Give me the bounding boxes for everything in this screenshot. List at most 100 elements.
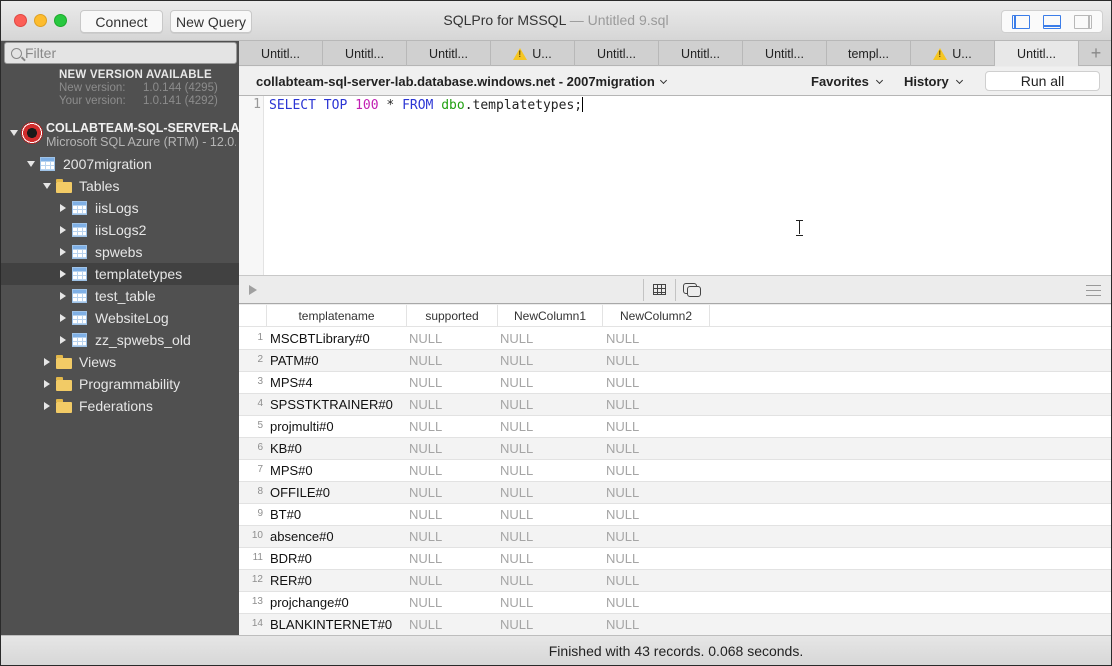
query-tab[interactable]: Untitl... — [323, 41, 407, 66]
cell-templatename[interactable]: BDR#0 — [270, 551, 312, 566]
query-tab[interactable]: Untitl... — [575, 41, 659, 66]
chevron-right-icon[interactable] — [60, 336, 66, 344]
update-notice[interactable]: NEW VERSION AVAILABLE New version: 1.0.14… — [59, 69, 218, 107]
cell-supported[interactable]: NULL — [409, 397, 442, 412]
tree-item-table[interactable]: iisLogs — [1, 197, 239, 219]
cell-newcolumn1[interactable]: NULL — [500, 595, 533, 610]
cell-newcolumn2[interactable]: NULL — [606, 353, 639, 368]
cell-newcolumn2[interactable]: NULL — [606, 331, 639, 346]
server-name[interactable]: COLLABTEAM-SQL-SERVER-LA... — [46, 121, 250, 135]
cell-newcolumn1[interactable]: NULL — [500, 617, 533, 632]
play-icon[interactable] — [249, 285, 257, 295]
cell-newcolumn1[interactable]: NULL — [500, 485, 533, 500]
cell-templatename[interactable]: projmulti#0 — [270, 419, 334, 434]
cell-newcolumn2[interactable]: NULL — [606, 507, 639, 522]
cell-newcolumn2[interactable]: NULL — [606, 419, 639, 434]
cell-newcolumn1[interactable]: NULL — [500, 463, 533, 478]
chevron-right-icon[interactable] — [60, 204, 66, 212]
chevron-right-icon[interactable] — [44, 402, 50, 410]
cell-supported[interactable]: NULL — [409, 353, 442, 368]
table-row[interactable]: 2 PATM#0 NULL NULL NULL — [239, 350, 1111, 372]
cell-templatename[interactable]: absence#0 — [270, 529, 334, 544]
cell-newcolumn1[interactable]: NULL — [500, 507, 533, 522]
cell-newcolumn1[interactable]: NULL — [500, 397, 533, 412]
chevron-right-icon[interactable] — [44, 358, 50, 366]
table-row[interactable]: 6 KB#0 NULL NULL NULL — [239, 438, 1111, 460]
server-expand-toggle[interactable] — [10, 130, 18, 136]
cell-newcolumn1[interactable]: NULL — [500, 419, 533, 434]
cell-templatename[interactable]: RER#0 — [270, 573, 312, 588]
code-line[interactable]: SELECT TOP 100 * FROM dbo.templatetypes; — [269, 97, 584, 113]
cell-newcolumn1[interactable]: NULL — [500, 441, 533, 456]
cell-templatename[interactable]: MPS#0 — [270, 463, 313, 478]
sql-editor[interactable]: 1 SELECT TOP 100 * FROM dbo.templatetype… — [239, 96, 1111, 276]
cell-supported[interactable]: NULL — [409, 573, 442, 588]
history-dropdown[interactable]: History — [904, 74, 963, 89]
chevron-right-icon[interactable] — [60, 314, 66, 322]
column-header[interactable]: NewColumn2 — [603, 305, 710, 327]
table-row[interactable]: 1 MSCBTLibrary#0 NULL NULL NULL — [239, 328, 1111, 350]
cell-templatename[interactable]: MPS#4 — [270, 375, 313, 390]
run-all-button[interactable]: Run all — [985, 71, 1100, 91]
table-row[interactable]: 9 BT#0 NULL NULL NULL — [239, 504, 1111, 526]
cell-newcolumn2[interactable]: NULL — [606, 573, 639, 588]
cell-newcolumn1[interactable]: NULL — [500, 551, 533, 566]
cell-templatename[interactable]: projchange#0 — [270, 595, 349, 610]
cell-newcolumn2[interactable]: NULL — [606, 397, 639, 412]
cell-templatename[interactable]: BLANKINTERNET#0 — [270, 617, 392, 632]
table-row[interactable]: 10 absence#0 NULL NULL NULL — [239, 526, 1111, 548]
chevron-right-icon[interactable] — [60, 270, 66, 278]
cell-supported[interactable]: NULL — [409, 529, 442, 544]
table-row[interactable]: 7 MPS#0 NULL NULL NULL — [239, 460, 1111, 482]
cell-templatename[interactable]: KB#0 — [270, 441, 302, 456]
cell-newcolumn2[interactable]: NULL — [606, 441, 639, 456]
grid-view-icon[interactable] — [653, 284, 666, 295]
query-tab[interactable]: templ... — [827, 41, 911, 66]
tree-item-table[interactable]: WebsiteLog — [1, 307, 239, 329]
table-row[interactable]: 5 projmulti#0 NULL NULL NULL — [239, 416, 1111, 438]
table-row[interactable]: 14 BLANKINTERNET#0 NULL NULL NULL — [239, 614, 1111, 635]
cell-newcolumn2[interactable]: NULL — [606, 485, 639, 500]
toggle-bottom-panel-icon[interactable] — [1042, 14, 1061, 29]
tree-item-database[interactable]: 2007migration — [1, 153, 239, 175]
cell-newcolumn1[interactable]: NULL — [500, 353, 533, 368]
cell-supported[interactable]: NULL — [409, 595, 442, 610]
cell-supported[interactable]: NULL — [409, 331, 442, 346]
toggle-sidebar-icon[interactable] — [1012, 14, 1031, 29]
add-tab-button[interactable]: + — [1079, 41, 1111, 65]
table-row[interactable]: 8 OFFILE#0 NULL NULL NULL — [239, 482, 1111, 504]
cell-templatename[interactable]: SPSSTKTRAINER#0 — [270, 397, 393, 412]
table-row[interactable]: 3 MPS#4 NULL NULL NULL — [239, 372, 1111, 394]
cell-supported[interactable]: NULL — [409, 463, 442, 478]
cell-templatename[interactable]: BT#0 — [270, 507, 301, 522]
tree-item-table[interactable]: test_table — [1, 285, 239, 307]
query-tab[interactable]: Untitl... — [743, 41, 827, 66]
cell-newcolumn2[interactable]: NULL — [606, 463, 639, 478]
cell-newcolumn1[interactable]: NULL — [500, 375, 533, 390]
cell-templatename[interactable]: OFFILE#0 — [270, 485, 330, 500]
cell-newcolumn2[interactable]: NULL — [606, 551, 639, 566]
query-tab[interactable]: Untitl... — [659, 41, 743, 66]
column-header[interactable]: supported — [407, 305, 498, 327]
cell-templatename[interactable]: MSCBTLibrary#0 — [270, 331, 370, 346]
tree-item-table[interactable]: zz_spwebs_old — [1, 329, 239, 351]
cell-newcolumn2[interactable]: NULL — [606, 595, 639, 610]
cell-supported[interactable]: NULL — [409, 441, 442, 456]
table-row[interactable]: 13 projchange#0 NULL NULL NULL — [239, 592, 1111, 614]
chevron-right-icon[interactable] — [60, 248, 66, 256]
chevron-down-icon[interactable] — [43, 183, 51, 189]
tree-item-table[interactable]: iisLogs2 — [1, 219, 239, 241]
chevron-right-icon[interactable] — [60, 292, 66, 300]
chevron-right-icon[interactable] — [60, 226, 66, 234]
cell-supported[interactable]: NULL — [409, 485, 442, 500]
chevron-right-icon[interactable] — [44, 380, 50, 388]
cell-newcolumn1[interactable]: NULL — [500, 573, 533, 588]
column-header[interactable]: templatename — [267, 305, 407, 327]
tree-item-programmability-folder[interactable]: Programmability — [1, 373, 239, 395]
toggle-right-panel-icon[interactable] — [1073, 14, 1092, 29]
cell-supported[interactable]: NULL — [409, 551, 442, 566]
column-header[interactable]: NewColumn1 — [498, 305, 603, 327]
cell-supported[interactable]: NULL — [409, 507, 442, 522]
table-row[interactable]: 11 BDR#0 NULL NULL NULL — [239, 548, 1111, 570]
connection-selector[interactable]: collabteam-sql-server-lab.database.windo… — [256, 74, 667, 89]
